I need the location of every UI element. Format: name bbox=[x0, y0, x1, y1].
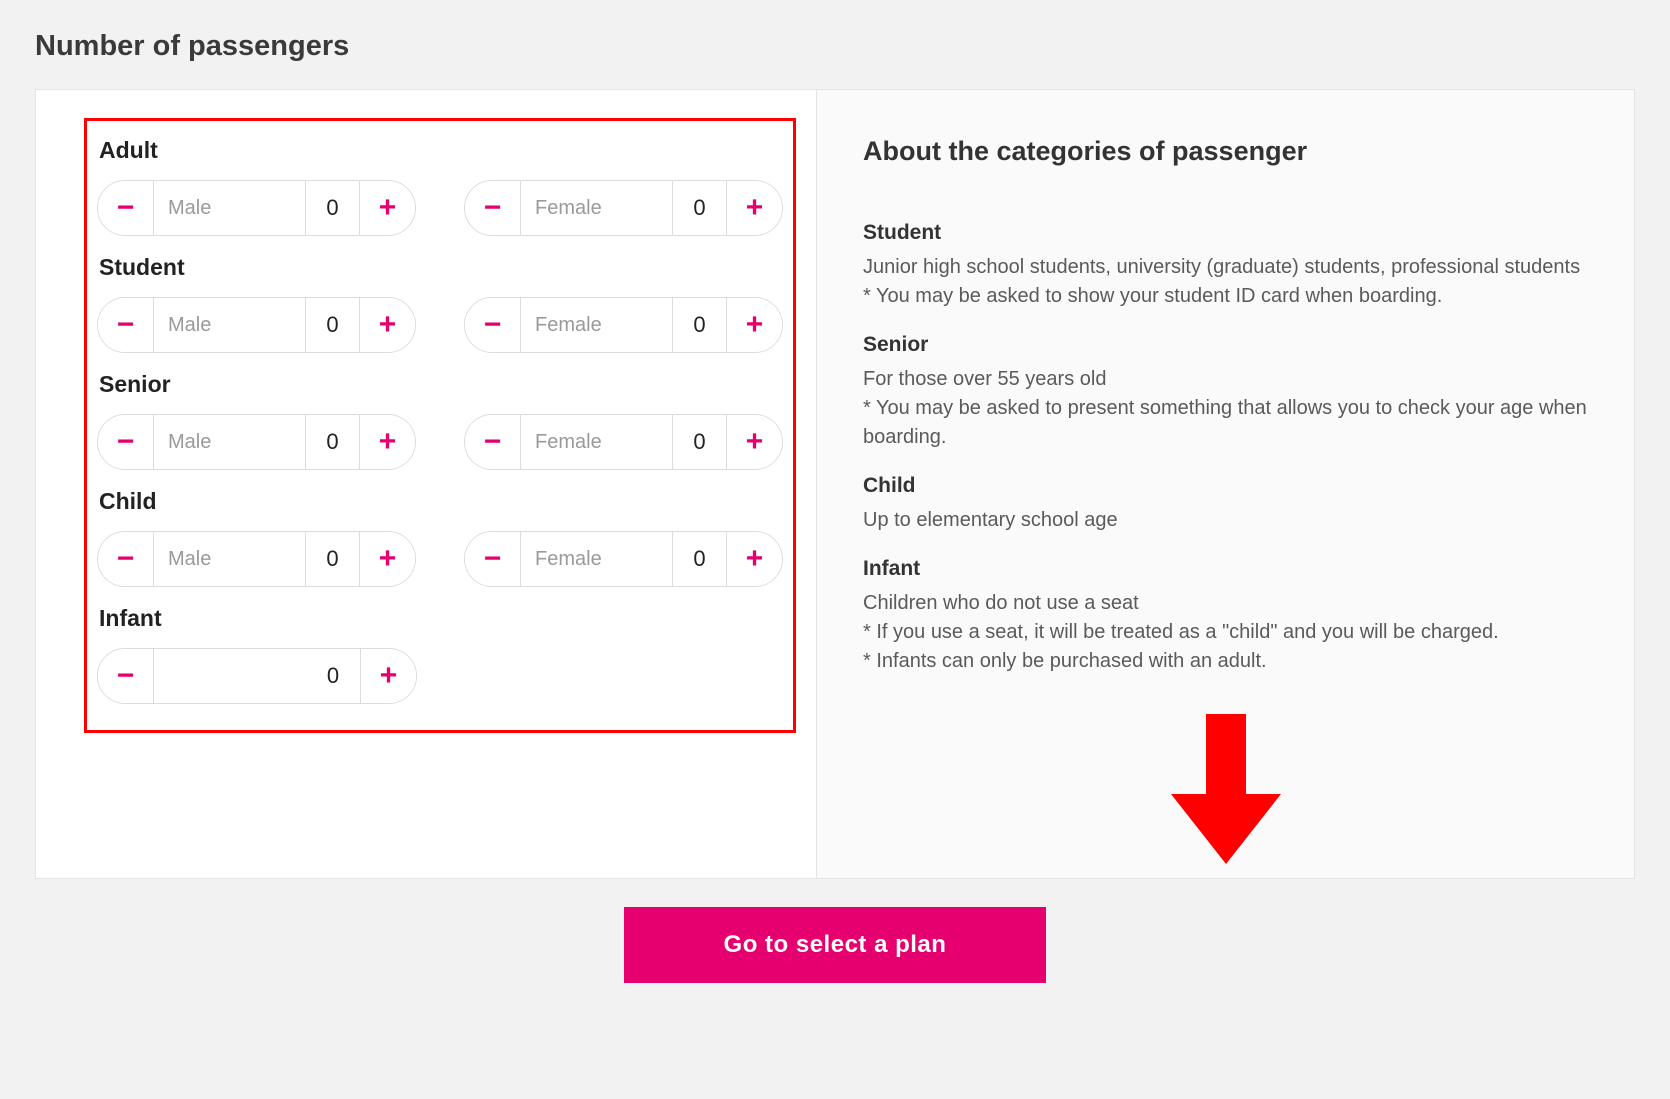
plus-icon: + bbox=[379, 425, 397, 459]
minus-icon: − bbox=[484, 191, 502, 225]
minus-icon: − bbox=[484, 308, 502, 342]
info-panel: About the categories of passenger Studen… bbox=[816, 90, 1634, 878]
value-adult-male: 0 bbox=[305, 181, 359, 235]
decrement-child-female[interactable]: − bbox=[465, 532, 521, 586]
label-student-male: Male bbox=[154, 298, 305, 352]
label-infant-blank bbox=[154, 649, 306, 703]
increment-senior-male[interactable]: + bbox=[359, 415, 415, 469]
value-student-female: 0 bbox=[672, 298, 726, 352]
info-block-senior: Senior For those over 55 years old * You… bbox=[863, 333, 1588, 452]
info-body-child: Up to elementary school age bbox=[863, 506, 1588, 535]
plus-icon: + bbox=[746, 308, 764, 342]
label-child-female: Female bbox=[521, 532, 672, 586]
minus-icon: − bbox=[117, 425, 135, 459]
plus-icon: + bbox=[379, 191, 397, 225]
passenger-controls-panel: Adult − Male 0 + − Female 0 + bbox=[36, 90, 816, 878]
info-head-child: Child bbox=[863, 474, 1588, 498]
decrement-child-male[interactable]: − bbox=[98, 532, 154, 586]
info-body-senior: For those over 55 years old * You may be… bbox=[863, 365, 1588, 452]
plus-icon: + bbox=[746, 425, 764, 459]
value-senior-male: 0 bbox=[305, 415, 359, 469]
label-senior-male: Male bbox=[154, 415, 305, 469]
info-body-student: Junior high school students, university … bbox=[863, 253, 1588, 311]
minus-icon: − bbox=[117, 308, 135, 342]
page-title: Number of passengers bbox=[35, 30, 1635, 63]
increment-child-male[interactable]: + bbox=[359, 532, 415, 586]
category-title-child: Child bbox=[99, 488, 783, 515]
increment-senior-female[interactable]: + bbox=[726, 415, 782, 469]
category-title-infant: Infant bbox=[99, 605, 783, 632]
increment-student-male[interactable]: + bbox=[359, 298, 415, 352]
label-adult-male: Male bbox=[154, 181, 305, 235]
plus-icon: + bbox=[380, 659, 398, 693]
decrement-student-male[interactable]: − bbox=[98, 298, 154, 352]
minus-icon: − bbox=[117, 542, 135, 576]
info-head-student: Student bbox=[863, 221, 1588, 245]
decrement-adult-female[interactable]: − bbox=[465, 181, 521, 235]
increment-student-female[interactable]: + bbox=[726, 298, 782, 352]
stepper-child-female: − Female 0 + bbox=[464, 531, 783, 587]
stepper-infant: − 0 + bbox=[97, 648, 417, 704]
label-student-female: Female bbox=[521, 298, 672, 352]
go-to-select-plan-button[interactable]: Go to select a plan bbox=[624, 907, 1047, 983]
category-title-senior: Senior bbox=[99, 371, 783, 398]
minus-icon: − bbox=[117, 191, 135, 225]
increment-child-female[interactable]: + bbox=[726, 532, 782, 586]
info-block-child: Child Up to elementary school age bbox=[863, 474, 1588, 535]
stepper-student-male: − Male 0 + bbox=[97, 297, 416, 353]
highlight-box: Adult − Male 0 + − Female 0 + bbox=[84, 118, 796, 733]
stepper-adult-female: − Female 0 + bbox=[464, 180, 783, 236]
passenger-card: Adult − Male 0 + − Female 0 + bbox=[35, 89, 1635, 879]
label-senior-female: Female bbox=[521, 415, 672, 469]
plus-icon: + bbox=[379, 308, 397, 342]
label-adult-female: Female bbox=[521, 181, 672, 235]
info-block-infant: Infant Children who do not use a seat * … bbox=[863, 557, 1588, 676]
info-block-student: Student Junior high school students, uni… bbox=[863, 221, 1588, 311]
minus-icon: − bbox=[484, 425, 502, 459]
category-title-student: Student bbox=[99, 254, 783, 281]
info-head-infant: Infant bbox=[863, 557, 1588, 581]
decrement-adult-male[interactable]: − bbox=[98, 181, 154, 235]
category-title-adult: Adult bbox=[99, 137, 783, 164]
decrement-senior-female[interactable]: − bbox=[465, 415, 521, 469]
info-title: About the categories of passenger bbox=[863, 136, 1588, 167]
minus-icon: − bbox=[484, 542, 502, 576]
decrement-infant[interactable]: − bbox=[98, 649, 154, 703]
plus-icon: + bbox=[379, 542, 397, 576]
decrement-senior-male[interactable]: − bbox=[98, 415, 154, 469]
increment-adult-female[interactable]: + bbox=[726, 181, 782, 235]
decrement-student-female[interactable]: − bbox=[465, 298, 521, 352]
value-child-male: 0 bbox=[305, 532, 359, 586]
stepper-senior-male: − Male 0 + bbox=[97, 414, 416, 470]
info-body-infant: Children who do not use a seat * If you … bbox=[863, 589, 1588, 676]
stepper-adult-male: − Male 0 + bbox=[97, 180, 416, 236]
plus-icon: + bbox=[746, 542, 764, 576]
info-head-senior: Senior bbox=[863, 333, 1588, 357]
increment-adult-male[interactable]: + bbox=[359, 181, 415, 235]
stepper-student-female: − Female 0 + bbox=[464, 297, 783, 353]
stepper-senior-female: − Female 0 + bbox=[464, 414, 783, 470]
value-infant: 0 bbox=[306, 649, 360, 703]
value-student-male: 0 bbox=[305, 298, 359, 352]
value-adult-female: 0 bbox=[672, 181, 726, 235]
stepper-child-male: − Male 0 + bbox=[97, 531, 416, 587]
value-child-female: 0 bbox=[672, 532, 726, 586]
plus-icon: + bbox=[746, 191, 764, 225]
annotation-arrow-down-icon bbox=[1171, 714, 1281, 864]
increment-infant[interactable]: + bbox=[360, 649, 416, 703]
value-senior-female: 0 bbox=[672, 415, 726, 469]
label-child-male: Male bbox=[154, 532, 305, 586]
minus-icon: − bbox=[117, 659, 135, 693]
